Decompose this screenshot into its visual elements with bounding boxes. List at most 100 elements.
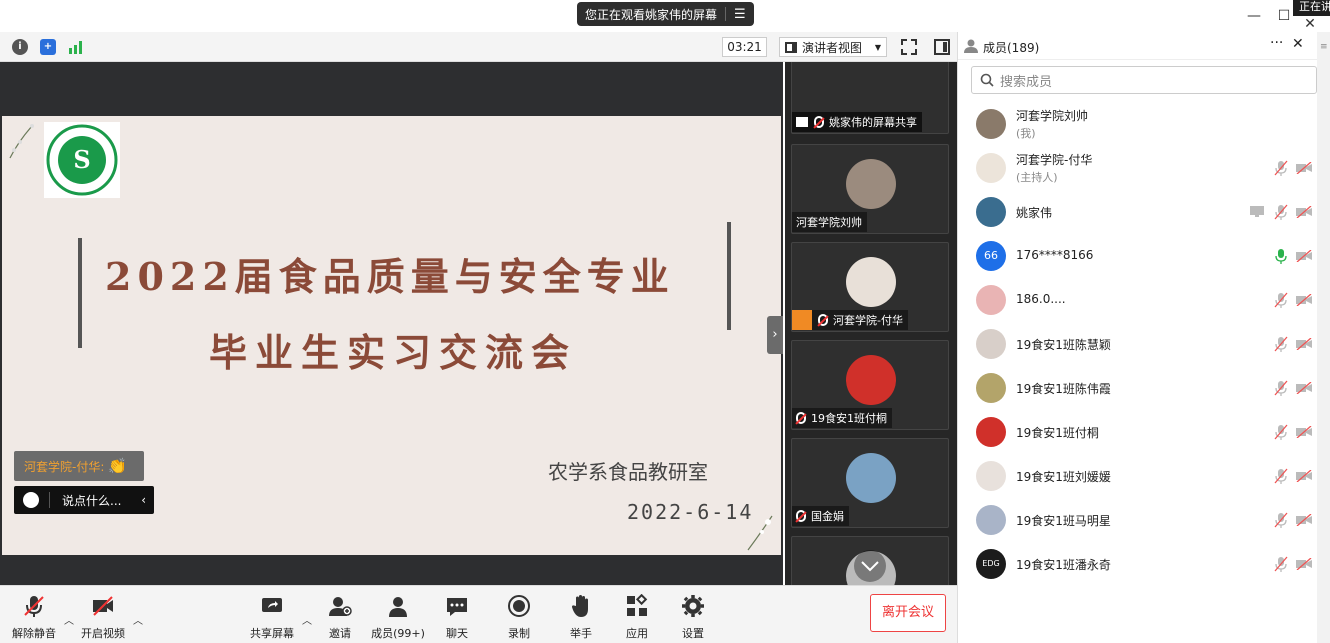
avatar [976,329,1006,359]
share-screen-label: 共享屏幕 [250,627,294,640]
avatar [846,257,896,307]
share-screen-button[interactable]: 共享屏幕 [244,592,300,641]
record-label: 录制 [508,627,530,640]
apps-label: 应用 [626,627,648,640]
tile-name-bar: 19食安1班付桐 [792,408,892,428]
reaction-sender: 河套学院-付华: [24,459,105,474]
share-screen-icon [262,598,282,612]
chevron-up-icon[interactable]: ︿ [64,612,74,627]
leave-meeting-button[interactable]: 离开会议 [870,594,946,632]
mic-muted-icon [1274,336,1288,352]
quick-chat-bar[interactable]: 说点什么... ‹ [14,486,154,514]
chevron-up-icon[interactable]: ︿ [133,612,143,627]
smile-icon[interactable] [23,492,39,508]
member-name: 姚家伟 [1016,206,1053,220]
meeting-toolbar: i + 03:21 演讲者视图 ▼ [0,32,957,62]
video-tile[interactable]: 河套学院-付华 [791,242,949,332]
tile-name-bar: 河套学院-付华 [792,310,908,330]
members-button[interactable]: 成员(99+) [368,592,428,641]
raise-hand-button[interactable]: 举手 [553,592,609,641]
member-row[interactable]: 66 176****8166 [976,235,1316,279]
members-label: 成员(99+) [371,627,425,640]
search-icon [980,73,994,87]
tile-name: 国金娟 [811,510,844,523]
unmute-label: 解除静音 [12,627,56,640]
sidebar-toggle-icon[interactable] [934,39,950,55]
record-icon [508,595,530,617]
shield-icon[interactable]: + [40,39,56,55]
member-row[interactable]: 19食安1班付桐 [976,411,1316,455]
member-row[interactable]: 姚家伟 [976,191,1316,235]
chevron-left-icon[interactable]: ‹ [141,493,146,507]
view-mode-label: 演讲者视图 [802,40,863,55]
video-tile[interactable]: 河套学院刘帅 [791,144,949,234]
mic-muted-icon [1274,512,1288,528]
more-icon[interactable]: ··· [1270,35,1283,51]
svg-text:S: S [73,145,90,174]
mic-muted-icon [1274,468,1288,484]
chat-button[interactable]: 聊天 [429,592,485,641]
clap-icon: 👏 [108,457,128,475]
avatar [976,153,1006,183]
member-name: 河套学院刘帅 [1016,109,1089,123]
avatar [976,197,1006,227]
member-role: (主持人) [1016,171,1058,184]
close-window-icon[interactable]: ✕ [1300,14,1320,34]
close-panel-icon[interactable]: ✕ [1292,36,1304,52]
member-name: 19食安1班陈伟霞 [1016,382,1111,396]
member-row[interactable]: 河套学院刘帅 (我) [976,103,1316,147]
member-row[interactable]: 19食安1班刘媛媛 [976,455,1316,499]
video-tile[interactable]: 国金娟 [791,438,949,528]
fullscreen-icon[interactable] [901,39,917,55]
slide-title-line1: 2022届食品质量与安全专业 [105,254,675,299]
minimize-icon[interactable]: — [1244,6,1264,26]
mic-muted-icon [1274,556,1288,572]
member-search-input[interactable]: 搜索成员 [971,66,1317,94]
camera-off-icon [1296,469,1312,483]
maximize-icon[interactable]: ☐ [1274,6,1294,26]
meeting-window: 您正在观看姚家伟的屏幕 ☰ — ☐ ✕ 正在讲 i + 03:21 演讲者视图 … [0,0,1330,643]
banner-divider [725,7,727,21]
panel-header: 成员(189) ··· ✕ [958,32,1330,60]
apps-button[interactable]: 应用 [609,592,665,641]
member-name: 19食安1班潘永奇 [1016,558,1111,572]
layout-icon [785,41,797,53]
chevron-up-icon[interactable]: ︿ [302,612,312,627]
member-row[interactable]: 186.0.... [976,279,1316,323]
view-mode-select[interactable]: 演讲者视图 ▼ [779,37,887,57]
video-tile[interactable]: 姚家伟的屏幕共享 [791,62,949,134]
camera-off-icon [1296,293,1312,307]
member-row[interactable]: 河套学院-付华 (主持人) [976,147,1316,191]
avatar [976,505,1006,535]
video-tile[interactable]: 19食安1班付桐 [791,340,949,430]
start-video-button[interactable]: 开启视频 [75,592,131,641]
chevron-down-icon[interactable] [839,550,901,585]
mic-muted-icon [814,116,824,128]
record-button[interactable]: 录制 [491,592,547,641]
menu-icon[interactable]: ☰ [734,7,746,22]
users-icon [389,597,407,617]
chat-icon [447,598,467,616]
collapse-strip-button[interactable]: › [767,316,783,354]
member-row[interactable]: 19食安1班陈伟霞 [976,367,1316,411]
menu-icon[interactable]: ≡ [1320,42,1328,52]
unmute-button[interactable]: 解除静音 [6,592,62,641]
chat-placeholder[interactable]: 说点什么... [62,492,121,509]
invite-button[interactable]: 邀请 [312,592,368,641]
info-icon[interactable]: i [12,39,28,55]
tile-name: 姚家伟的屏幕共享 [829,116,917,129]
screen-share-icon [1250,206,1264,217]
mic-muted-icon [1274,424,1288,440]
member-row[interactable]: 19食安1班马明星 [976,499,1316,543]
screen-share-banner[interactable]: 您正在观看姚家伟的屏幕 ☰ [577,2,754,26]
member-row[interactable]: 19食安1班陈慧颖 [976,323,1316,367]
signal-icon[interactable] [68,40,84,54]
camera-off-icon [1296,513,1312,527]
avatar: 66 [976,241,1006,271]
settings-button[interactable]: 设置 [665,592,721,641]
add-user-icon [329,597,352,616]
member-row[interactable]: EDG 19食安1班潘永奇 [976,543,1316,587]
mic-muted-icon [796,412,806,424]
panel-scrollbar[interactable]: ≡ [1317,32,1330,643]
branch-decoration-icon [9,124,34,159]
